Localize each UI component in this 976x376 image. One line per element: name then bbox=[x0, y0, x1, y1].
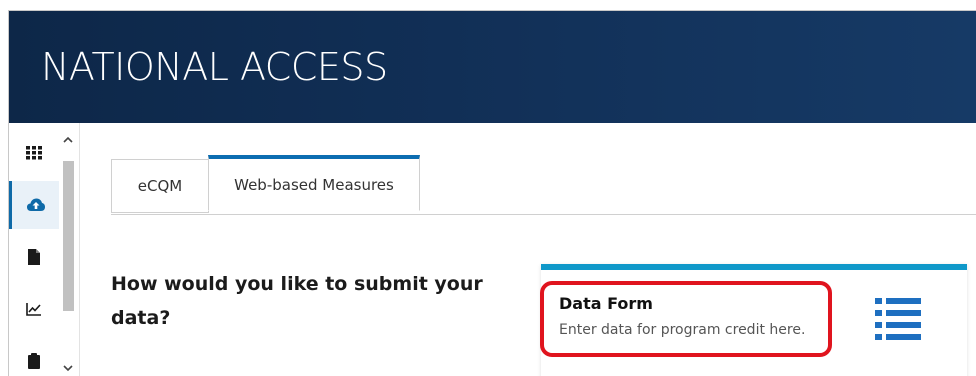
app-window: NATIONAL ACCESS eCQM Web-based Measures … bbox=[8, 10, 976, 376]
line-chart-icon bbox=[26, 303, 41, 316]
submission-question: How would you like to submit your data? bbox=[111, 273, 483, 329]
measure-tabs: eCQM Web-based Measures bbox=[111, 155, 976, 215]
rail-scroll-thumb[interactable] bbox=[63, 161, 74, 311]
grid-icon bbox=[26, 146, 42, 160]
red-highlight-box bbox=[540, 281, 832, 357]
rail-item-clipboard[interactable] bbox=[9, 337, 59, 376]
tab-ecqm[interactable]: eCQM bbox=[111, 159, 209, 213]
cloud-upload-icon bbox=[26, 198, 45, 211]
file-icon bbox=[28, 249, 40, 265]
rail-item-upload[interactable] bbox=[9, 181, 59, 229]
rail-item-reports[interactable] bbox=[9, 285, 59, 333]
clipboard-icon bbox=[28, 353, 40, 369]
left-nav-rail bbox=[9, 123, 80, 376]
chevron-down-icon[interactable] bbox=[62, 363, 74, 375]
list-icon bbox=[875, 298, 921, 340]
site-title: NATIONAL ACCESS bbox=[41, 45, 388, 89]
tab-web-based-measures[interactable]: Web-based Measures bbox=[208, 155, 420, 211]
chevron-up-icon[interactable] bbox=[62, 135, 74, 147]
rail-item-documents[interactable] bbox=[9, 233, 59, 281]
rail-item-grid[interactable] bbox=[9, 129, 59, 177]
rail-scrollbar[interactable] bbox=[61, 135, 75, 372]
site-header: NATIONAL ACCESS bbox=[9, 11, 976, 123]
